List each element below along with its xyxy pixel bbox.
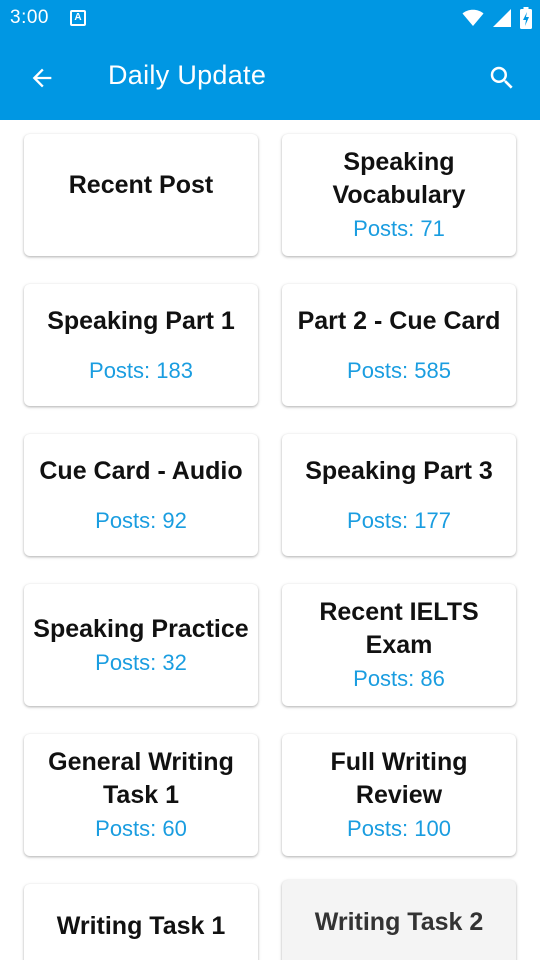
- signal-icon: [493, 9, 511, 27]
- category-title: Part 2 - Cue Card: [297, 306, 501, 335]
- category-title: Speaking Part 3: [305, 456, 493, 485]
- category-post-count: Posts: 86: [353, 666, 445, 691]
- status-icons: [462, 7, 532, 29]
- category-post-count: Posts: 183: [89, 357, 193, 383]
- category-title: Recent IELTS Exam: [319, 598, 479, 659]
- category-card-part-2-cue-card[interactable]: Part 2 - Cue Card Posts: 585: [282, 284, 516, 406]
- category-post-count: Posts: 585: [347, 357, 451, 383]
- search-button[interactable]: [482, 58, 522, 98]
- category-card-speaking-part-1[interactable]: Speaking Part 1 Posts: 183: [24, 284, 258, 406]
- category-grid: Recent Post Speaking Vocabulary Posts: 7…: [0, 120, 540, 960]
- category-title: Speaking Part 1: [47, 306, 235, 335]
- category-card-recent-ielts-exam[interactable]: Recent IELTS Exam Posts: 86: [282, 584, 516, 706]
- status-time: 3:00: [10, 7, 49, 28]
- category-card-speaking-part-3[interactable]: Speaking Part 3 Posts: 177: [282, 434, 516, 556]
- category-post-count: Posts: 71: [353, 216, 445, 241]
- category-card-cue-card-audio[interactable]: Cue Card - Audio Posts: 92: [24, 434, 258, 556]
- category-title: Recent Post: [68, 170, 214, 199]
- category-post-count: Posts: 177: [347, 507, 451, 533]
- category-card-writing-task-1[interactable]: Writing Task 1: [24, 884, 258, 960]
- category-title: Speaking Vocabulary: [332, 148, 466, 209]
- category-title: Speaking Practice: [33, 614, 249, 643]
- arrow-left-icon: [32, 68, 52, 88]
- category-post-count: Posts: 92: [95, 507, 187, 533]
- category-title: Cue Card - Audio: [39, 456, 243, 485]
- category-post-count: Posts: 60: [95, 816, 187, 841]
- category-title: General Writing Task 1: [48, 748, 234, 809]
- category-title: Writing Task 2: [314, 908, 484, 936]
- back-button[interactable]: [22, 60, 62, 96]
- category-title: Writing Task 1: [56, 912, 226, 940]
- search-icon: [490, 66, 513, 89]
- notification-icon: A: [70, 10, 86, 26]
- category-post-count: Posts: 32: [95, 649, 187, 675]
- category-card-full-writing-review[interactable]: Full Writing Review Posts: 100: [282, 734, 516, 856]
- wifi-icon: [462, 9, 484, 26]
- app-bar: Daily Update: [0, 36, 540, 120]
- status-bar: 3:00 A: [0, 0, 540, 36]
- category-card-speaking-practice[interactable]: Speaking Practice Posts: 32: [24, 584, 258, 706]
- category-card-recent-post[interactable]: Recent Post: [24, 134, 258, 256]
- category-post-count: Posts: 100: [347, 816, 451, 841]
- category-card-speaking-vocabulary[interactable]: Speaking Vocabulary Posts: 71: [282, 134, 516, 256]
- battery-icon: [520, 7, 532, 29]
- page-title: Daily Update: [108, 60, 267, 90]
- category-card-writing-task-2[interactable]: Writing Task 2: [282, 880, 516, 960]
- category-card-general-writing-task-1[interactable]: General Writing Task 1 Posts: 60: [24, 734, 258, 856]
- category-title: Full Writing Review: [330, 748, 468, 809]
